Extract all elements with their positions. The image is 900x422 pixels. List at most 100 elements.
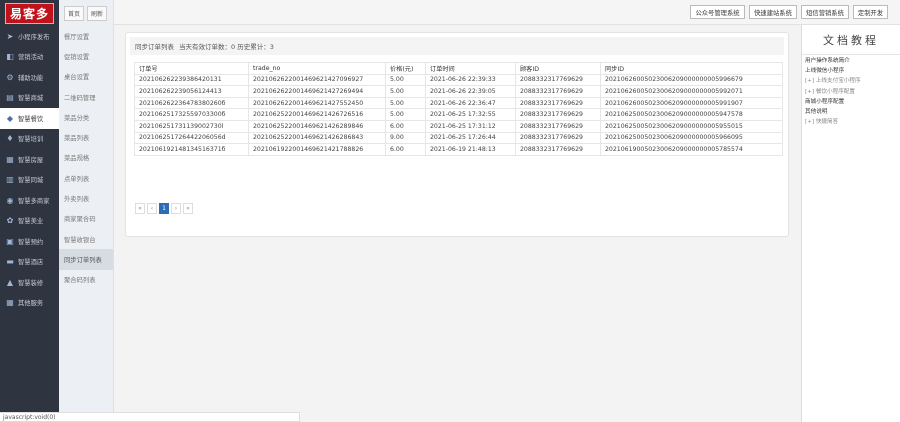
table-header-row: 订单号 trade_no 价格(元) 订单时间 顾客ID 同步ID [134,62,783,75]
sub-nav-item[interactable]: 促销设置 [59,46,113,66]
customer-id-cell: 2088332317769629 [515,85,601,98]
customer-id-cell: 2088332317769629 [515,73,601,87]
sub-nav-list: 餐厅设置 促销设置 桌台设置 二维码管理 菜品分类 菜品列表 菜品规格 点单列表 外卖列表 商家聚… [59,26,113,290]
sub-nav-item[interactable]: 外卖列表 [59,188,113,208]
price-cell: 5.00 [385,73,426,87]
toolbar: 首页 刷新 [59,0,113,26]
left-nav-item[interactable]: ▦ 智慧房屋 [0,149,59,170]
order-no-cell: 202106251732559703300б [134,108,249,121]
left-nav: 易客多 ➤ 小程序发布 ◧ 营销活动 ⚙ 辅助功能 ▤ 智慧商城 ◆ 智慧餐饮 ♦ 智慧培训 ▦ 智慧房屋… [0,0,59,422]
custom-development-button[interactable]: 定制开发 [853,5,888,19]
left-nav-item-label: 智慧同城 [18,177,44,185]
house-icon: ▦ [6,154,14,164]
price-cell: 5.00 [385,96,426,110]
left-nav-item[interactable]: ➤ 小程序发布 [0,26,59,47]
doc-link[interactable]: [+] 上线支付宝小程序 [802,75,900,85]
price-cell: 5.00 [385,85,426,98]
page-title: 同步订单列表 [135,43,174,51]
sub-nav-item[interactable]: 菜品分类 [59,107,113,127]
left-nav-item[interactable]: ✿ 智慧美业 [0,211,59,232]
trade-no-cell: 2021062622001469621427096927 [248,73,386,87]
sync-order-panel: 同步订单列表 当天有效订单数：0 历史累计：3 订单号 trade_no 价格(… [125,32,789,237]
trade-no-cell: 2021062622001469621427269494 [248,85,386,98]
table-row: 202106262239386420131 2021062622001469621… [134,73,783,87]
sub-nav-item[interactable]: 点单列表 [59,168,113,188]
table-row: 202106262239056124413 2021062622001469621… [134,85,783,98]
order-no-cell: 202106192148134516371б [134,143,249,156]
sms-marketing-system-button[interactable]: 短信营销系统 [801,5,849,19]
grid-icon: ▦ [6,298,14,308]
left-nav-item[interactable]: ◆ 智慧餐饮 [0,108,59,129]
left-nav-item[interactable]: ▥ 智慧同城 [0,170,59,191]
pager-current-page[interactable]: 1 [159,203,169,214]
table-row: 202106251732559703300б 202106252200146962… [134,108,783,121]
sub-nav-item[interactable]: 桌台设置 [59,67,113,87]
left-nav-item[interactable]: ▬ 智慧酒店 [0,252,59,273]
left-nav-item[interactable]: ▦ 其他服务 [0,293,59,314]
megaphone-icon: ◧ [6,52,14,62]
order-time-cell: 2021-06-25 17:31:12 [425,119,516,133]
order-time-cell: 2021-06-25 17:26:44 [425,131,516,145]
customer-id-cell: 2088332317769629 [515,131,601,145]
doc-link[interactable]: [+] 餐饮小程序配置 [802,86,900,96]
store-icon: ▤ [6,93,14,103]
left-nav-item[interactable]: ◉ 智慧多商家 [0,190,59,211]
sub-nav-item[interactable]: 二维码管理 [59,87,113,107]
sub-nav-item[interactable]: 聚合码列表 [59,270,113,290]
left-nav-item-label: 其他服务 [18,300,44,308]
doc-link[interactable]: 用户操作系统简介 [802,55,900,65]
official-account-system-button[interactable]: 公众号管理系统 [690,5,745,19]
pager-prev-button[interactable]: ‹ [147,203,157,214]
left-nav-item[interactable]: ♦ 智慧培训 [0,129,59,150]
order-summary: 当天有效订单数：0 历史累计：3 [179,43,274,51]
site-builder-system-button[interactable]: 快速建站系统 [749,5,797,19]
left-nav-item[interactable]: ▣ 智慧预约 [0,231,59,252]
pager-last-button[interactable]: » [183,203,193,214]
sub-nav-item[interactable]: 餐厅设置 [59,26,113,46]
home-button[interactable]: 首页 [64,5,85,21]
sync-id-cell: 20210626005023006209000000005991907 [600,96,783,110]
refresh-button[interactable]: 刷新 [87,5,108,21]
calendar-icon: ▣ [6,236,14,246]
trade-no-cell: 2021062622001469621427552450 [248,96,386,110]
left-nav-item[interactable]: ▤ 智慧商城 [0,88,59,109]
order-no-cell: 202106262236478380260б [134,96,249,110]
doc-link[interactable]: 其他说明 [802,106,900,116]
pager-next-button[interactable]: › [171,203,181,214]
left-nav-item-label: 小程序发布 [18,33,50,41]
doc-link[interactable]: 商城小程序配置 [802,96,900,106]
top-bar: 公众号管理系统 快速建站系统 短信营销系统 定制开发 [114,0,900,25]
left-nav-item[interactable]: ▲ 智慧装修 [0,272,59,293]
left-nav-item[interactable]: ◧ 营销活动 [0,47,59,68]
logo[interactable]: 易客多 [0,0,59,26]
left-nav-item-label: 智慧美业 [18,218,44,226]
left-nav-item-label: 智慧多商家 [18,197,50,205]
dining-icon: ◆ [6,113,14,123]
trade-no-cell: 2021062522001469621426289846 [248,119,386,133]
city-icon: ▥ [6,175,14,185]
doc-panel: 文档教程 用户操作系统简介 上线微信小程序 [+] 上线支付宝小程序 [+] 餐饮小程… [801,25,900,422]
price-cell: 9.00 [385,131,426,145]
sub-nav-item[interactable]: 商家聚合码 [59,209,113,229]
order-time-cell: 2021-06-19 21:48:13 [425,143,516,156]
price-cell: 6.00 [385,143,426,156]
logo-text: 易客多 [4,2,54,24]
pager-first-button[interactable]: « [135,203,145,214]
orders-table-body: 202106262239386420131 2021062622001469621… [134,73,783,156]
trade-no-cell: 2021061922001469621421788826 [248,143,386,156]
sub-nav-item[interactable]: 菜品列表 [59,127,113,147]
column-header-order-time: 订单时间 [425,62,516,75]
training-icon: ♦ [6,134,14,144]
column-header-price: 价格(元) [385,62,426,75]
left-nav-list: ➤ 小程序发布 ◧ 营销活动 ⚙ 辅助功能 ▤ 智慧商城 ◆ 智慧餐饮 ♦ 智慧培训 ▦ 智慧房屋 ▥ 智慧同… [0,26,59,313]
sub-nav-item[interactable]: 同步订单列表 [59,249,113,270]
doc-link[interactable]: 上线微信小程序 [802,65,900,75]
orders-table: 订单号 trade_no 价格(元) 订单时间 顾客ID 同步ID 202106… [134,62,783,156]
sub-nav-item[interactable]: 菜品规格 [59,148,113,168]
doc-link[interactable]: [+] 快捷简答 [802,116,900,126]
sync-id-cell: 20210626005023006209000000005996679 [600,73,783,87]
panel-header: 同步订单列表 当天有效订单数：0 历史累计：3 [130,37,784,55]
sub-nav-item[interactable]: 智慧收银台 [59,229,113,249]
left-nav-item[interactable]: ⚙ 辅助功能 [0,67,59,88]
pagination: « ‹ 1 › » [135,203,193,214]
